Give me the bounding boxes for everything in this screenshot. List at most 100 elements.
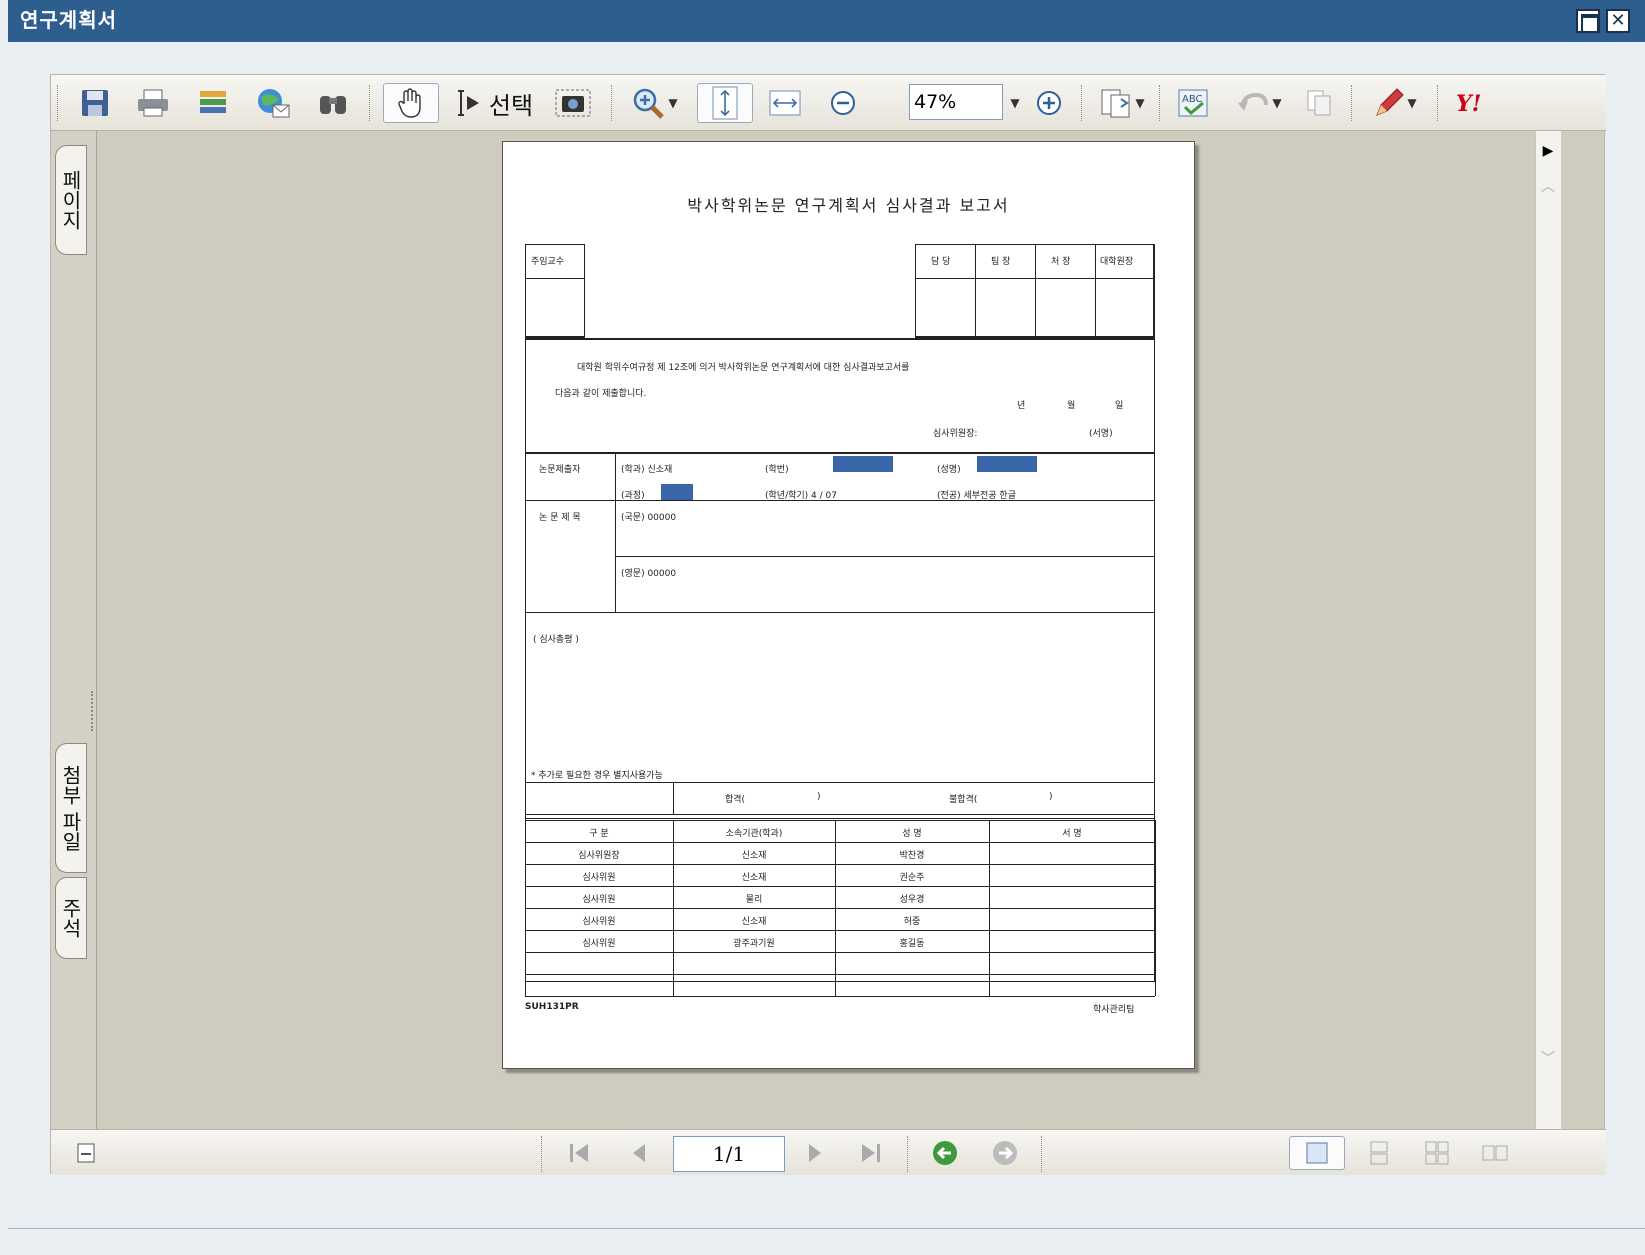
fit-width-icon[interactable] [763, 83, 807, 123]
redacted-course [661, 484, 693, 500]
window-title: 연구계획서 [20, 8, 117, 32]
name-label: (성명) [937, 465, 961, 475]
staff-label: 담 당 [931, 257, 951, 267]
day-label: 일 [1115, 401, 1124, 411]
text-select-icon[interactable] [449, 83, 485, 123]
team-lead-label: 팀 장 [991, 257, 1011, 267]
divider [525, 782, 1155, 783]
divider [525, 338, 1155, 340]
zoom-level-input[interactable]: 47% [909, 84, 1003, 120]
table-cell: 심사위원장 [578, 851, 620, 861]
korean-title: (국문) 00000 [621, 513, 677, 523]
redacted-student-number [833, 456, 893, 472]
document-page: 박사학위논문 연구계획서 심사결과 보고서 주임교수 담 당 팀 장 처 장 대… [502, 141, 1195, 1069]
page-thumbnail-icon[interactable] [69, 1136, 103, 1170]
chevron-down-icon[interactable]: ▼ [1005, 83, 1023, 123]
pen-icon[interactable]: ▼ [1363, 83, 1425, 123]
student-number-label: (학번) [765, 465, 789, 475]
navigation-sidebar: 페이지 첨부 파일 주석 [51, 131, 97, 1129]
yahoo-logo-icon[interactable]: Y! [1449, 83, 1499, 123]
scroll-down-icon[interactable]: ﹀ [1538, 1049, 1558, 1069]
svg-text:ABC: ABC [1182, 94, 1203, 105]
divider [615, 452, 616, 612]
table-row-divider [525, 996, 1155, 997]
table-header-cell: 서 명 [1062, 829, 1082, 839]
forward-icon[interactable] [985, 1136, 1025, 1170]
save-icon[interactable] [75, 83, 115, 123]
last-page-icon[interactable] [851, 1136, 891, 1170]
table-header-cell: 소속기관(학과) [725, 829, 783, 839]
page-number-input[interactable]: 1/1 [673, 1136, 785, 1172]
facing-view-icon[interactable] [1475, 1136, 1515, 1170]
intro-text-1: 대학원 학위수여규정 제 12조에 의거 박사학위논문 연구계획서에 대한 심사… [577, 363, 910, 373]
table-cell: 신소재 [741, 873, 767, 883]
toolbar-separator [907, 1136, 909, 1172]
toolbar-separator [611, 85, 613, 121]
viewer-toolbar: 선택 ▼ 47% ▼ ▼ ABC ▼ ▼ Y! [51, 75, 1606, 131]
back-icon[interactable] [925, 1136, 965, 1170]
table-column-divider [989, 820, 990, 996]
note-text: * 추가로 필요한 경우 별지사용가능 [531, 771, 663, 781]
page-layout-icon[interactable]: ▼ [1093, 83, 1151, 123]
table-cell: 심사위원 [582, 939, 616, 949]
continuous-facing-view-icon[interactable] [1417, 1136, 1457, 1170]
table-cell: 성우경 [899, 895, 925, 905]
table-row-divider [525, 842, 1155, 843]
fit-page-icon[interactable] [697, 83, 753, 123]
toolbar-separator [369, 85, 371, 121]
sidebar-tab-pages[interactable]: 페이지 [55, 145, 87, 255]
divider [525, 814, 1155, 815]
zoom-out-icon[interactable] [823, 83, 863, 123]
table-cell: 심사위원 [582, 895, 616, 905]
vertical-scrollbar[interactable]: ▶ ︿ ﹀ [1535, 131, 1561, 1129]
table-cell: 홍길동 [899, 939, 925, 949]
binoculars-icon[interactable] [313, 83, 353, 123]
select-tool-label[interactable]: 선택 [485, 83, 537, 123]
table-cell: 심사위원 [582, 917, 616, 927]
export-icon[interactable] [193, 83, 233, 123]
scroll-up-icon[interactable]: ︿ [1538, 177, 1558, 197]
director-label: 처 장 [1051, 257, 1071, 267]
toolbar-separator [57, 85, 59, 121]
table-cell: 신소재 [741, 917, 767, 927]
undo-icon[interactable]: ▼ [1227, 83, 1291, 123]
sidebar-tab-attachments[interactable]: 첨부 파일 [55, 743, 87, 873]
navigation-bar: 1/1 [51, 1129, 1606, 1175]
table-cell: 심사위원 [582, 873, 616, 883]
intro-text-2: 다음과 같이 제출합니다. [555, 389, 647, 399]
dean-label: 대학원장 [1100, 257, 1134, 267]
email-icon[interactable] [251, 83, 295, 123]
footer-code: SUH131PR [525, 1002, 579, 1012]
table-row-divider [525, 930, 1155, 931]
table-cell: 박찬경 [899, 851, 925, 861]
divider [525, 612, 1155, 613]
close-button[interactable]: ✕ [1606, 9, 1630, 33]
print-icon[interactable] [133, 83, 173, 123]
first-page-icon[interactable] [559, 1136, 599, 1170]
previous-page-icon[interactable] [621, 1136, 657, 1170]
sidebar-tab-comments[interactable]: 주석 [55, 877, 87, 959]
copy-icon[interactable] [1299, 83, 1339, 123]
camera-icon[interactable] [551, 83, 595, 123]
table-column-divider [835, 820, 836, 996]
next-page-icon[interactable] [797, 1136, 833, 1170]
table-row-divider [525, 974, 1155, 975]
expand-panel-icon[interactable]: ▶ [1538, 141, 1558, 161]
fail-label: 불합격( [949, 795, 978, 805]
continuous-view-icon[interactable] [1359, 1136, 1399, 1170]
zoom-in-tool-icon[interactable]: ▼ [625, 83, 685, 123]
hand-tool-icon[interactable] [383, 83, 439, 123]
divider [1035, 244, 1036, 338]
document-canvas[interactable]: 박사학위논문 연구계획서 심사결과 보고서 주임교수 담 당 팀 장 처 장 대… [97, 131, 1535, 1129]
thesis-title-label: 논 문 제 목 [539, 513, 581, 523]
table-row-divider [525, 908, 1155, 909]
single-page-view-icon[interactable] [1289, 1136, 1345, 1170]
year-label: 년 [1017, 401, 1026, 411]
toolbar-separator [1159, 85, 1161, 121]
zoom-in-icon[interactable] [1029, 83, 1069, 123]
sidebar-splitter-handle[interactable] [91, 691, 95, 731]
toolbar-separator [541, 1136, 543, 1172]
redacted-name [977, 456, 1037, 472]
spellcheck-icon[interactable]: ABC [1171, 83, 1215, 123]
maximize-button[interactable] [1576, 9, 1600, 33]
